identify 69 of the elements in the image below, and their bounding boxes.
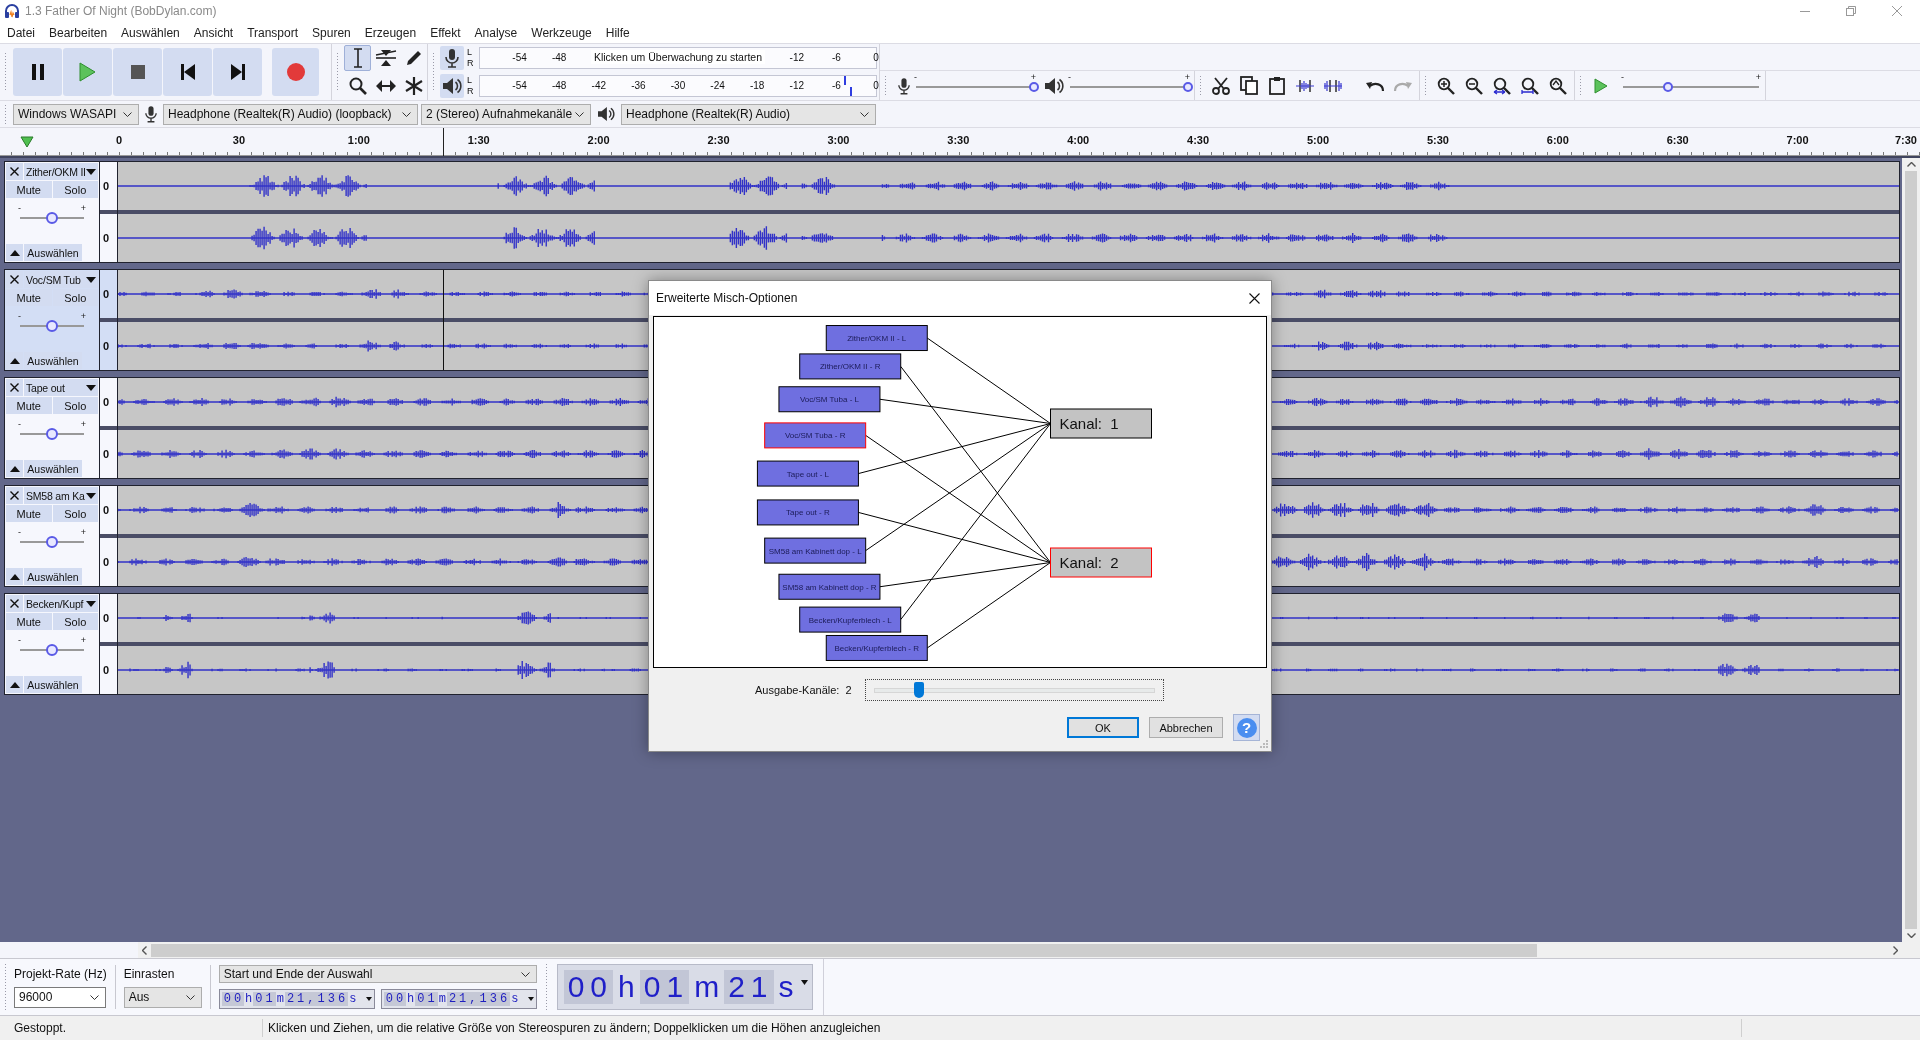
minus-label: - (1068, 71, 1071, 82)
plus-label: + (80, 635, 86, 645)
minus-label: - (18, 527, 21, 537)
ruler-label: 3:30 (947, 134, 970, 146)
ruler-label: 30 (232, 134, 245, 146)
meter-scale-label: -42 (591, 80, 606, 92)
ruler-label: 4:00 (1067, 134, 1090, 146)
amplitude-label: 0 (103, 288, 110, 300)
amplitude-label: 0 (103, 504, 110, 516)
amplitude-label: 0 (103, 448, 110, 460)
channel-label: L (467, 47, 473, 58)
meter-scale-label: -24 (710, 80, 725, 92)
amplitude-label: 0 (103, 612, 110, 624)
channel-label: L (467, 75, 473, 86)
status-message: Klicken und Ziehen, um die relative Größe von Stereospuren zu ändern; Doppelklicken um die Höhen anzugleichen (262, 1019, 1741, 1037)
amplitude-label: 0 (103, 232, 110, 244)
ruler-label: 2:30 (707, 134, 730, 146)
meter-scale-label: -12 (789, 80, 804, 92)
amplitude-label: 0 (103, 556, 110, 568)
meter-scale-label: -54 (512, 80, 527, 92)
ruler-label: 7:30 (1894, 134, 1917, 146)
ruler-label: 1:00 (347, 134, 370, 146)
minus-label: - (18, 635, 21, 645)
meter-scale-label: 0 (873, 52, 879, 64)
snap-label: Einrasten (123, 966, 176, 981)
plus-label: + (1184, 71, 1190, 82)
ruler-label: 4:30 (1187, 134, 1210, 146)
amplitude-label: 0 (103, 664, 110, 676)
minus-label: - (1621, 71, 1624, 82)
meter-hint: Klicken um Überwachung zu starten (590, 50, 766, 64)
meter-scale-label: -6 (831, 52, 841, 64)
output-channels-label: Ausgabe-Kanäle: 2 (755, 684, 853, 696)
plus-label: + (80, 203, 86, 213)
meter-scale-label: -30 (670, 80, 686, 92)
plus-label: + (80, 527, 86, 537)
minus-label: - (18, 311, 21, 321)
ruler-label: 1:30 (467, 134, 490, 146)
meter-scale-label: -18 (749, 80, 765, 92)
ruler-label: 0 (115, 134, 123, 146)
meter-scale-label: -36 (631, 80, 646, 92)
plus-label: + (80, 419, 86, 429)
ruler-label: 5:30 (1426, 134, 1449, 146)
ruler-label: 2:00 (587, 134, 610, 146)
minus-label: - (914, 71, 917, 82)
plus-label: + (1030, 71, 1036, 82)
dialog-title: Erweiterte Misch-Optionen (656, 291, 798, 305)
channel-label: R (467, 86, 475, 97)
meter-scale-label: 0 (873, 80, 879, 92)
rate-label: Projekt-Rate (Hz) (14, 966, 107, 981)
ruler-label: 7:00 (1786, 134, 1809, 146)
plus-label: + (80, 311, 86, 321)
minus-label: - (18, 419, 21, 429)
minus-label: - (18, 203, 21, 213)
ruler-label: 6:30 (1666, 134, 1689, 146)
channel-label: R (467, 58, 475, 69)
amplitude-label: 0 (103, 396, 110, 408)
amplitude-label: 0 (103, 180, 110, 192)
ruler-label: 3:00 (827, 134, 850, 146)
meter-scale-label: -48 (551, 52, 567, 64)
window-title: 1.3 Father Of Night (BobDylan.com) (25, 4, 217, 18)
status-text: Gestoppt. (13, 1021, 68, 1035)
meter-scale-label: -6 (831, 80, 841, 92)
meter-scale-label: -12 (789, 52, 804, 64)
meter-scale-label: -48 (551, 80, 567, 92)
amplitude-label: 0 (103, 340, 110, 352)
meter-scale-label: -54 (512, 52, 527, 64)
plus-label: + (1755, 71, 1761, 82)
ruler-label: 5:00 (1307, 134, 1329, 146)
ruler-label: 6:00 (1546, 134, 1569, 146)
